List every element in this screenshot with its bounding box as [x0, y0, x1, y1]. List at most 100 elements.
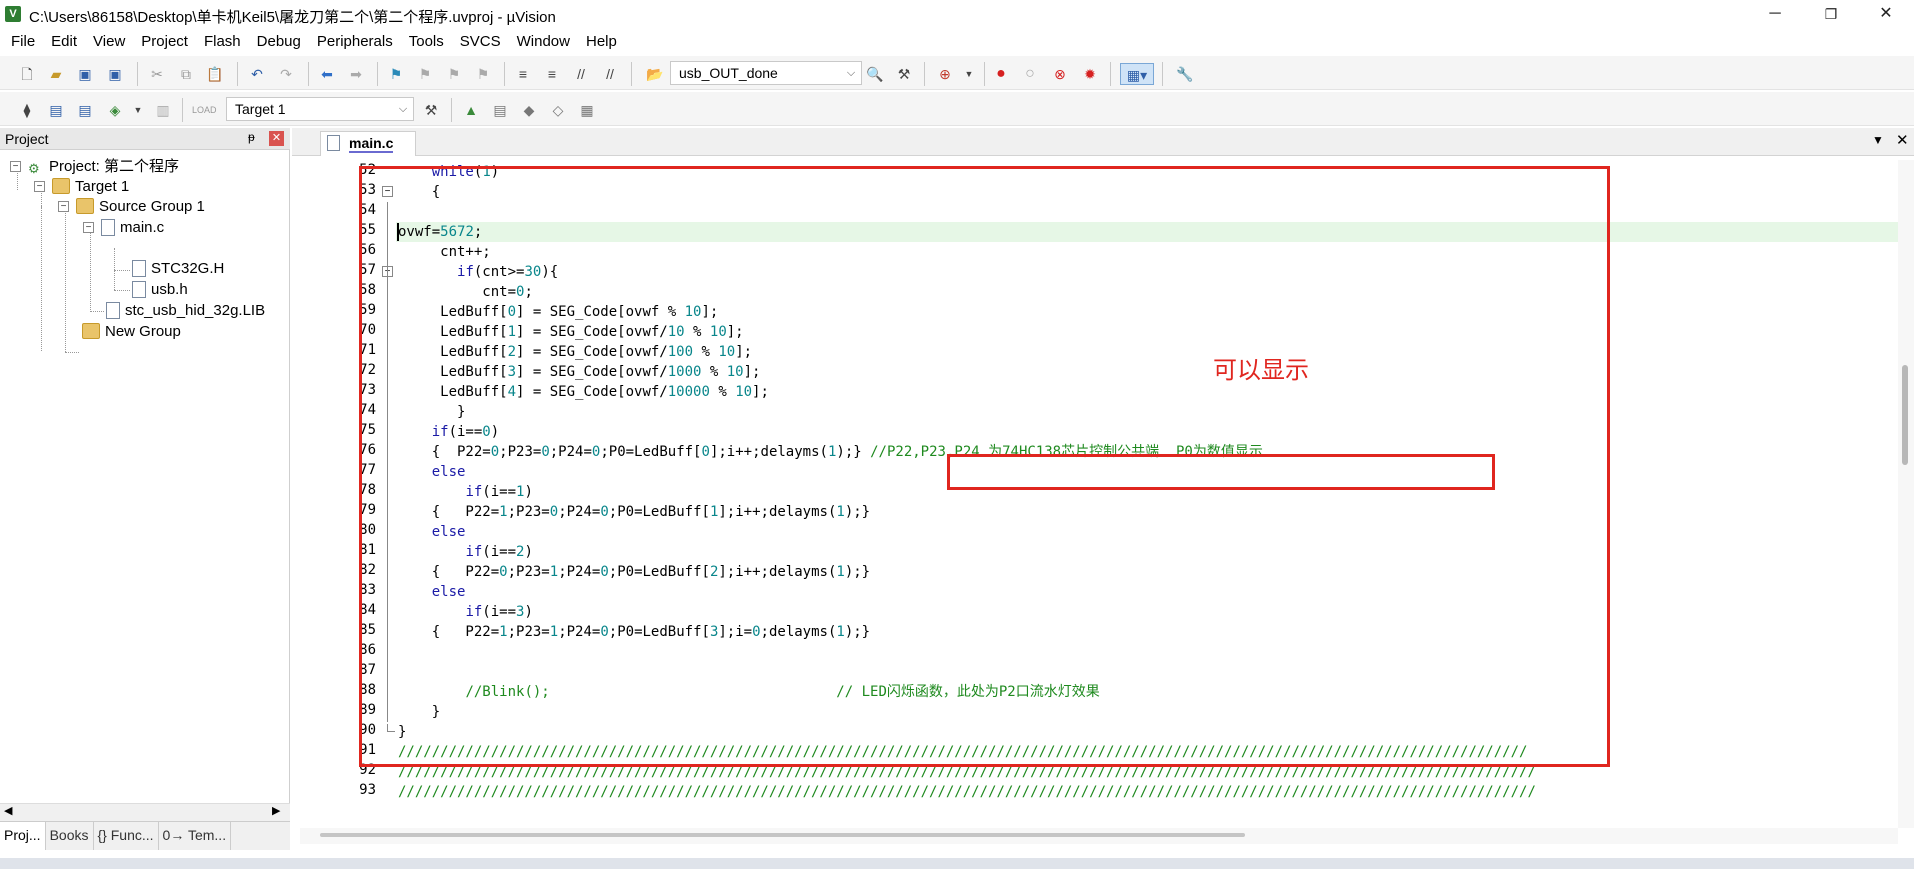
pack-installer-icon[interactable]: ◆ [518, 99, 540, 121]
paste-icon[interactable]: 📋 [204, 63, 226, 85]
debug-start-icon[interactable]: ⊕ [934, 63, 956, 85]
maximize-button[interactable]: ❐ [1803, 0, 1859, 30]
clear-bookmarks-icon[interactable]: ⚑ [472, 63, 494, 85]
translate-icon[interactable]: ⧫ [16, 99, 38, 121]
file-icon [327, 135, 340, 151]
tree-label: Project: 第二个程序 [49, 158, 180, 175]
select-software-packs-icon[interactable]: ◇ [547, 99, 569, 121]
scroll-left-icon[interactable]: ◀ [4, 804, 12, 817]
configure-icon[interactable]: 🔧 [1174, 63, 1196, 85]
folder-icon [76, 198, 94, 215]
tree-item-usb-h[interactable]: usb.h [132, 279, 188, 301]
close-tab-icon[interactable]: ✕ [1896, 131, 1909, 149]
editor-horizontal-scrollbar[interactable] [300, 828, 1898, 844]
tree-label: stc_usb_hid_32g.LIB [125, 302, 266, 319]
chevron-down-icon[interactable]: ▼ [958, 63, 980, 85]
target-select-value: Target 1 [235, 101, 286, 117]
menu-bar: File Edit View Project Flash Debug Perip… [0, 30, 1914, 54]
collapse-toggle[interactable]: − [34, 181, 45, 192]
menu-debug[interactable]: Debug [250, 30, 310, 54]
close-icon[interactable]: ✕ [269, 131, 284, 146]
find-icon[interactable]: 🔍 [864, 63, 886, 85]
save-icon[interactable]: ▣ [74, 63, 96, 85]
project-panel-scrollbar[interactable]: ◀ ▶ [0, 803, 290, 821]
uncomment-icon[interactable]: // [599, 63, 621, 85]
rebuild-icon[interactable]: ▤ [74, 99, 96, 121]
chevron-down-icon[interactable]: ▼ [127, 99, 149, 121]
save-all-icon[interactable]: ▣ [104, 63, 126, 85]
tab-functions[interactable]: {} Func... [94, 822, 159, 850]
pin-icon[interactable]: ᵽ [248, 130, 255, 144]
build-icon[interactable]: ▤ [45, 99, 67, 121]
tree-item-new-group[interactable]: New Group [82, 321, 181, 343]
nav-back-icon[interactable]: ⬅ [316, 63, 338, 85]
open-folder-icon[interactable]: ▰ [45, 63, 67, 85]
scroll-thumb[interactable] [1902, 365, 1908, 465]
tab-books[interactable]: Books [46, 822, 94, 850]
chevron-down-icon: ⌵ [846, 67, 856, 79]
project-items-icon[interactable]: ▤ [489, 99, 511, 121]
find-combo[interactable]: usb_OUT_done ⌵ [670, 61, 862, 85]
breakpoint-disable-icon[interactable]: ○ [1019, 63, 1041, 85]
scroll-thumb[interactable] [320, 833, 1245, 837]
stop-build-icon[interactable]: ▥ [152, 99, 174, 121]
batch-build-icon[interactable]: ◈ [104, 99, 126, 121]
nav-forward-icon[interactable]: ➡ [345, 63, 367, 85]
disable-all-breakpoints-icon[interactable]: ⊗ [1049, 63, 1071, 85]
next-bookmark-icon[interactable]: ⚑ [443, 63, 465, 85]
unindent-icon[interactable]: ≡ [541, 63, 563, 85]
file-icon [132, 259, 146, 277]
uvision-window: V C:\Users\86158\Desktop\单卡机Keil5\屠龙刀第二个… [0, 0, 1914, 869]
tab-list-chevron-icon[interactable]: ▼ [1872, 133, 1884, 147]
find-in-files-icon[interactable]: 📂 [644, 63, 666, 85]
tab-templates[interactable]: 0→ Tem... [159, 822, 232, 850]
window-layout-icon[interactable]: ▦▾ [1120, 63, 1154, 85]
indent-icon[interactable]: ≡ [512, 63, 534, 85]
tab-main-c[interactable]: main.c [320, 131, 416, 156]
incremental-find-icon[interactable]: ⚒ [893, 63, 915, 85]
rte-icon[interactable]: ▦ [576, 99, 598, 121]
copy-icon[interactable]: ⧉ [175, 63, 197, 85]
undo-icon[interactable]: ↶ [246, 63, 268, 85]
close-button[interactable]: ✕ [1858, 0, 1914, 30]
collapse-toggle[interactable]: − [10, 161, 21, 172]
tree-item-lib[interactable]: stc_usb_hid_32g.LIB [106, 300, 265, 322]
target-select[interactable]: Target 1 ⌵ [226, 97, 414, 121]
menu-window[interactable]: Window [510, 30, 579, 54]
scroll-right-icon[interactable]: ▶ [272, 804, 280, 817]
editor-tab-bar: main.c ▼ ✕ [292, 128, 1914, 156]
tree-item-stc32g-h[interactable]: STC32G.H [132, 258, 224, 280]
editor-vertical-scrollbar[interactable] [1898, 160, 1914, 828]
tree-label: STC32G.H [151, 260, 225, 277]
comment-icon[interactable]: // [570, 63, 592, 85]
menu-file[interactable]: File [4, 30, 44, 54]
collapse-toggle[interactable]: − [58, 201, 69, 212]
download-icon[interactable]: LOAD [192, 99, 217, 121]
menu-flash[interactable]: Flash [197, 30, 250, 54]
tree-label: main.c [120, 219, 165, 236]
main-toolbar: 🗋 ▰ ▣ ▣ ✂ ⧉ 📋 ↶ ↷ ⬅ ➡ ⚑ ⚑ ⚑ ⚑ ≡ ≡ // // … [0, 56, 1914, 90]
tree-label: usb.h [151, 281, 188, 298]
find-combo-value: usb_OUT_done [679, 65, 778, 81]
menu-project[interactable]: Project [134, 30, 197, 54]
menu-view[interactable]: View [86, 30, 134, 54]
file-icon [132, 280, 146, 298]
collapse-toggle[interactable]: − [83, 222, 94, 233]
target-icon [52, 178, 70, 195]
menu-tools[interactable]: Tools [402, 30, 453, 54]
menu-edit[interactable]: Edit [44, 30, 86, 54]
bookmark-icon[interactable]: ⚑ [385, 63, 407, 85]
manage-components-icon[interactable]: ▲ [460, 99, 482, 121]
menu-help[interactable]: Help [579, 30, 626, 54]
minimize-button[interactable]: ─ [1747, 0, 1803, 30]
prev-bookmark-icon[interactable]: ⚑ [414, 63, 436, 85]
redo-icon[interactable]: ↷ [275, 63, 297, 85]
tab-project[interactable]: Proj... [0, 822, 46, 850]
new-file-icon[interactable]: 🗋 [16, 63, 38, 85]
cut-icon[interactable]: ✂ [146, 63, 168, 85]
target-options-icon[interactable]: ⚒ [420, 99, 442, 121]
kill-breakpoints-icon[interactable]: ✹ [1079, 63, 1101, 85]
menu-peripherals[interactable]: Peripherals [310, 30, 402, 54]
menu-svcs[interactable]: SVCS [453, 30, 510, 54]
breakpoint-icon[interactable]: ● [990, 63, 1012, 85]
